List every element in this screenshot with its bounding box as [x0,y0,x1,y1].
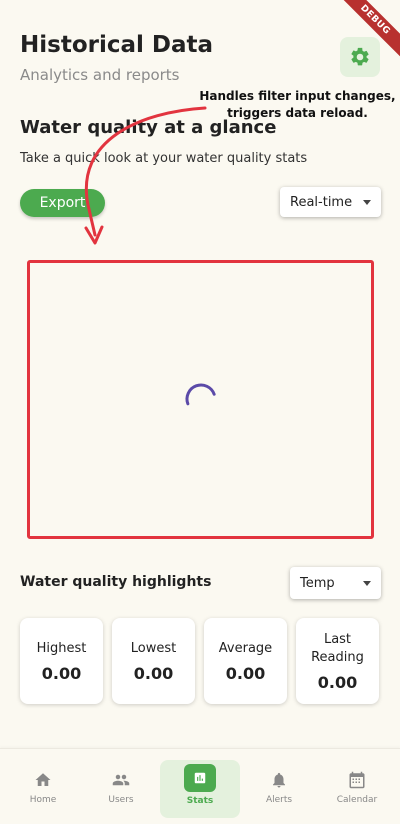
highlights-title: Water quality highlights [20,574,212,590]
nav-item-home[interactable]: Home [3,757,83,815]
gear-icon [351,47,369,66]
nav-item-alerts[interactable]: Alerts [239,757,319,815]
stat-value: 0.00 [41,663,82,683]
page-subtitle: Analytics and reports [20,66,180,84]
calendar-icon [349,771,365,789]
annotation-callout: Handles filter input changes, triggers d… [195,88,400,122]
stat-card-lowest: Lowest 0.00 [112,618,195,704]
caret-down-icon [363,199,371,205]
page-title: Historical Data [20,32,214,58]
stats-icon [194,772,206,784]
loading-spinner [185,383,216,406]
nav-label: Stats [186,796,214,806]
chart-area [27,260,374,539]
stat-value: 0.00 [133,663,174,683]
metric-dropdown[interactable]: Temp [290,567,381,599]
export-button[interactable]: Export [20,189,105,217]
stat-label: Lowest [130,640,177,656]
annotation-line-1: Handles filter input changes, [199,89,396,103]
nav-label: Home [29,795,57,805]
nav-label: Alerts [265,795,293,805]
stat-value: 0.00 [225,663,266,683]
nav-label: Users [108,795,134,805]
stat-card-average: Average 0.00 [204,618,287,704]
stat-label: Highest [36,640,87,656]
stat-label-line-2: Reading [311,649,364,665]
nav-item-users[interactable]: Users [81,757,161,815]
nav-item-calendar[interactable]: Calendar [317,757,397,815]
bottom-nav: Home Users Stats Alerts Calendar [0,748,400,824]
settings-button[interactable] [340,37,380,77]
overview-description: Take a quick look at your water quality … [20,151,308,166]
nav-item-stats[interactable]: Stats [160,760,240,818]
nav-label: Calendar [336,795,378,805]
stat-card-highest: Highest 0.00 [20,618,103,704]
stat-card-last-reading: Last Reading 0.00 [296,618,379,704]
stat-label-line-1: Last [323,631,352,647]
time-range-dropdown[interactable]: Real-time [280,187,381,217]
stat-label: Last Reading [311,631,364,667]
bell-icon [273,772,285,788]
metric-value: Temp [300,575,335,591]
stat-value: 0.00 [317,672,358,692]
stat-label: Average [218,640,273,656]
time-range-value: Real-time [290,194,353,210]
stats-icon-box [184,764,216,792]
caret-down-icon [363,580,371,586]
home-icon [35,773,51,786]
users-icon [112,774,130,786]
annotation-line-2: triggers data reload. [227,106,368,120]
